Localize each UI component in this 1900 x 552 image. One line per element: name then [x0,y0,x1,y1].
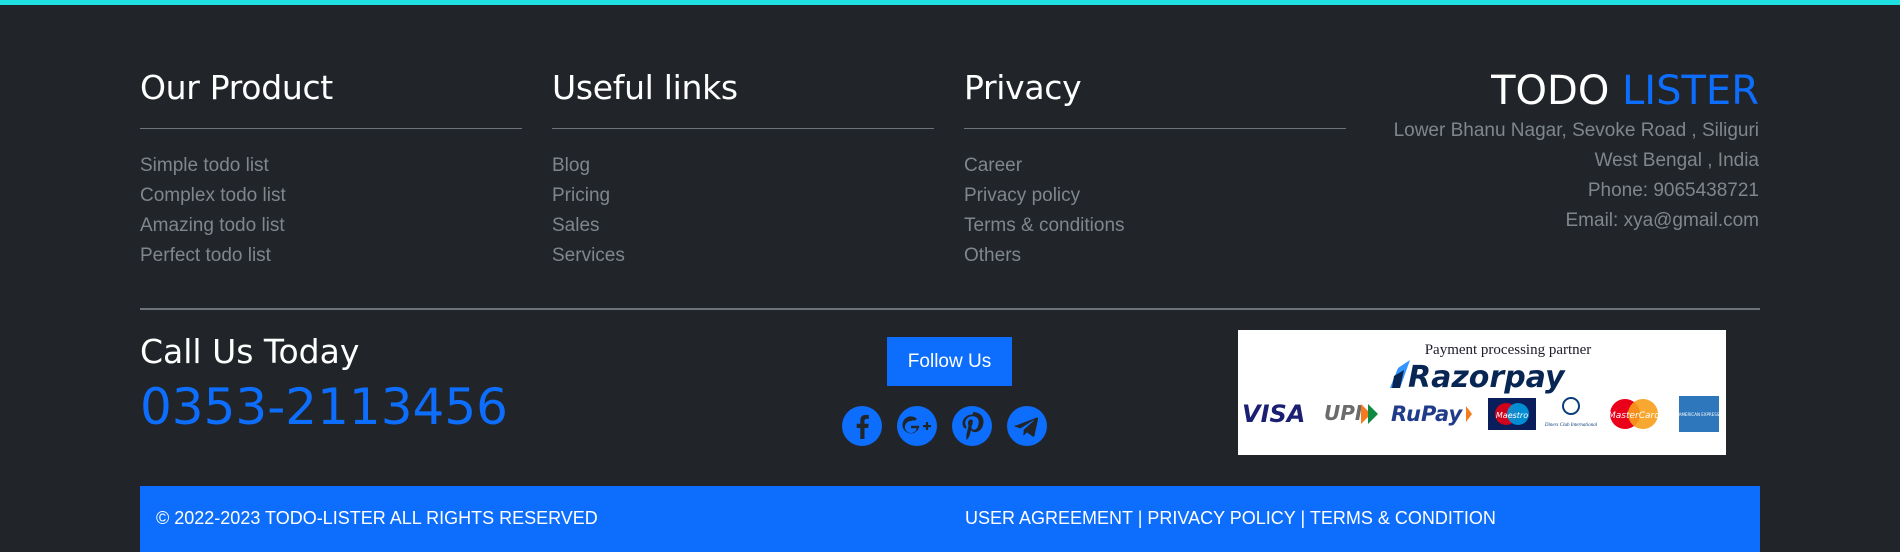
social-icons [842,406,1047,446]
call-us-title: Call Us Today [140,332,360,371]
link-complex-todo-list[interactable]: Complex todo list [140,185,286,206]
svg-text:Maestro: Maestro [1496,411,1528,420]
brand-logo[interactable]: TODO LISTER [1394,66,1759,116]
user-agreement-link[interactable]: USER AGREEMENT [965,508,1133,528]
link-privacy-policy[interactable]: Privacy policy [964,185,1080,206]
link-separator: | [1295,508,1310,528]
svg-text:MasterCard: MasterCard [1608,411,1660,421]
mastercard-logo: MasterCard [1608,399,1660,429]
upi-logo: UPI [1324,401,1378,425]
link-pricing[interactable]: Pricing [552,185,610,206]
column-link-list: Blog Pricing Sales Services [552,151,934,271]
maestro-logo: Maestro [1488,398,1536,430]
follow-us-button[interactable]: Follow Us [887,337,1012,386]
pinterest-icon[interactable] [952,406,992,446]
copyright-text: © 2022-2023 TODO-LISTER ALL RIGHTS RESER… [156,508,598,528]
google-plus-icon[interactable] [897,406,937,446]
payment-caption: Payment processing partner [1425,342,1592,358]
link-terms-conditions[interactable]: Terms & conditions [964,215,1125,236]
svg-text:Diners Club International: Diners Club International [1544,423,1598,428]
footer-column-our-product: Our Product Simple todo list Complex tod… [140,66,522,271]
link-separator: | [1132,508,1148,528]
link-perfect-todo-list[interactable]: Perfect todo list [140,245,271,266]
column-title: Our Product [140,68,333,107]
diners-club-logo: Diners Club International [1544,397,1598,428]
link-others[interactable]: Others [964,245,1021,266]
call-us-block: Call Us Today 0353-2113456 [140,330,508,440]
section-divider [140,308,1760,310]
logo-text-accent: LISTER [1622,68,1759,114]
link-sales[interactable]: Sales [552,215,600,236]
payment-provider-name: Razorpay [1408,360,1566,395]
link-simple-todo-list[interactable]: Simple todo list [140,155,269,176]
terms-condition-link[interactable]: TERMS & CONDITION [1310,508,1496,528]
svg-text:VISA: VISA [1242,400,1305,428]
column-link-list: Simple todo list Complex todo list Amazi… [140,151,522,271]
address-line-1: Lower Bhanu Nagar, Sevoke Road , Siligur… [1393,120,1759,141]
svg-text:AMERICAN EXPRESS: AMERICAN EXPRESS [1679,412,1720,417]
telegram-icon[interactable] [1007,406,1047,446]
svg-text:UPI: UPI [1324,401,1363,425]
visa-logo: VISA [1242,400,1305,428]
legal-links: USER AGREEMENT | PRIVACY POLICY | TERMS … [965,508,1496,529]
rupay-logo: RuPay [1391,402,1472,426]
contact-email: Email: xya@gmail.com [1565,210,1760,231]
svg-text:RuPay: RuPay [1391,402,1464,426]
razorpay-logo: Razorpay [1390,360,1566,395]
payment-partner-banner: Payment processing partner Razorpay VISA… [1238,330,1726,455]
address-line-2: West Bengal , India [1594,150,1759,171]
american-express-logo: AMERICAN EXPRESS [1679,396,1720,432]
privacy-policy-link[interactable]: PRIVACY POLICY [1147,508,1295,528]
top-accent-bar [0,0,1900,5]
column-title: Useful links [552,68,738,107]
facebook-icon[interactable] [842,406,882,446]
footer-column-privacy: Privacy Career Privacy policy Terms & co… [964,66,1346,271]
logo-text-main: TODO [1491,68,1610,114]
column-divider [964,128,1346,129]
link-amazing-todo-list[interactable]: Amazing todo list [140,215,285,236]
column-title: Privacy [964,68,1082,107]
link-services[interactable]: Services [552,245,625,266]
call-us-number[interactable]: 0353-2113456 [140,374,508,440]
column-divider [140,128,522,129]
link-blog[interactable]: Blog [552,155,590,176]
bottom-bar: © 2022-2023 TODO-LISTER ALL RIGHTS RESER… [140,486,1760,552]
link-career[interactable]: Career [964,155,1022,176]
column-divider [552,128,934,129]
footer-column-useful-links: Useful links Blog Pricing Sales Services [552,66,934,271]
column-link-list: Career Privacy policy Terms & conditions… [964,151,1346,271]
contact-phone: Phone: 9065438721 [1587,180,1759,201]
brand-contact-block: TODO LISTER Lower Bhanu Nagar, Sevoke Ro… [1394,66,1759,236]
